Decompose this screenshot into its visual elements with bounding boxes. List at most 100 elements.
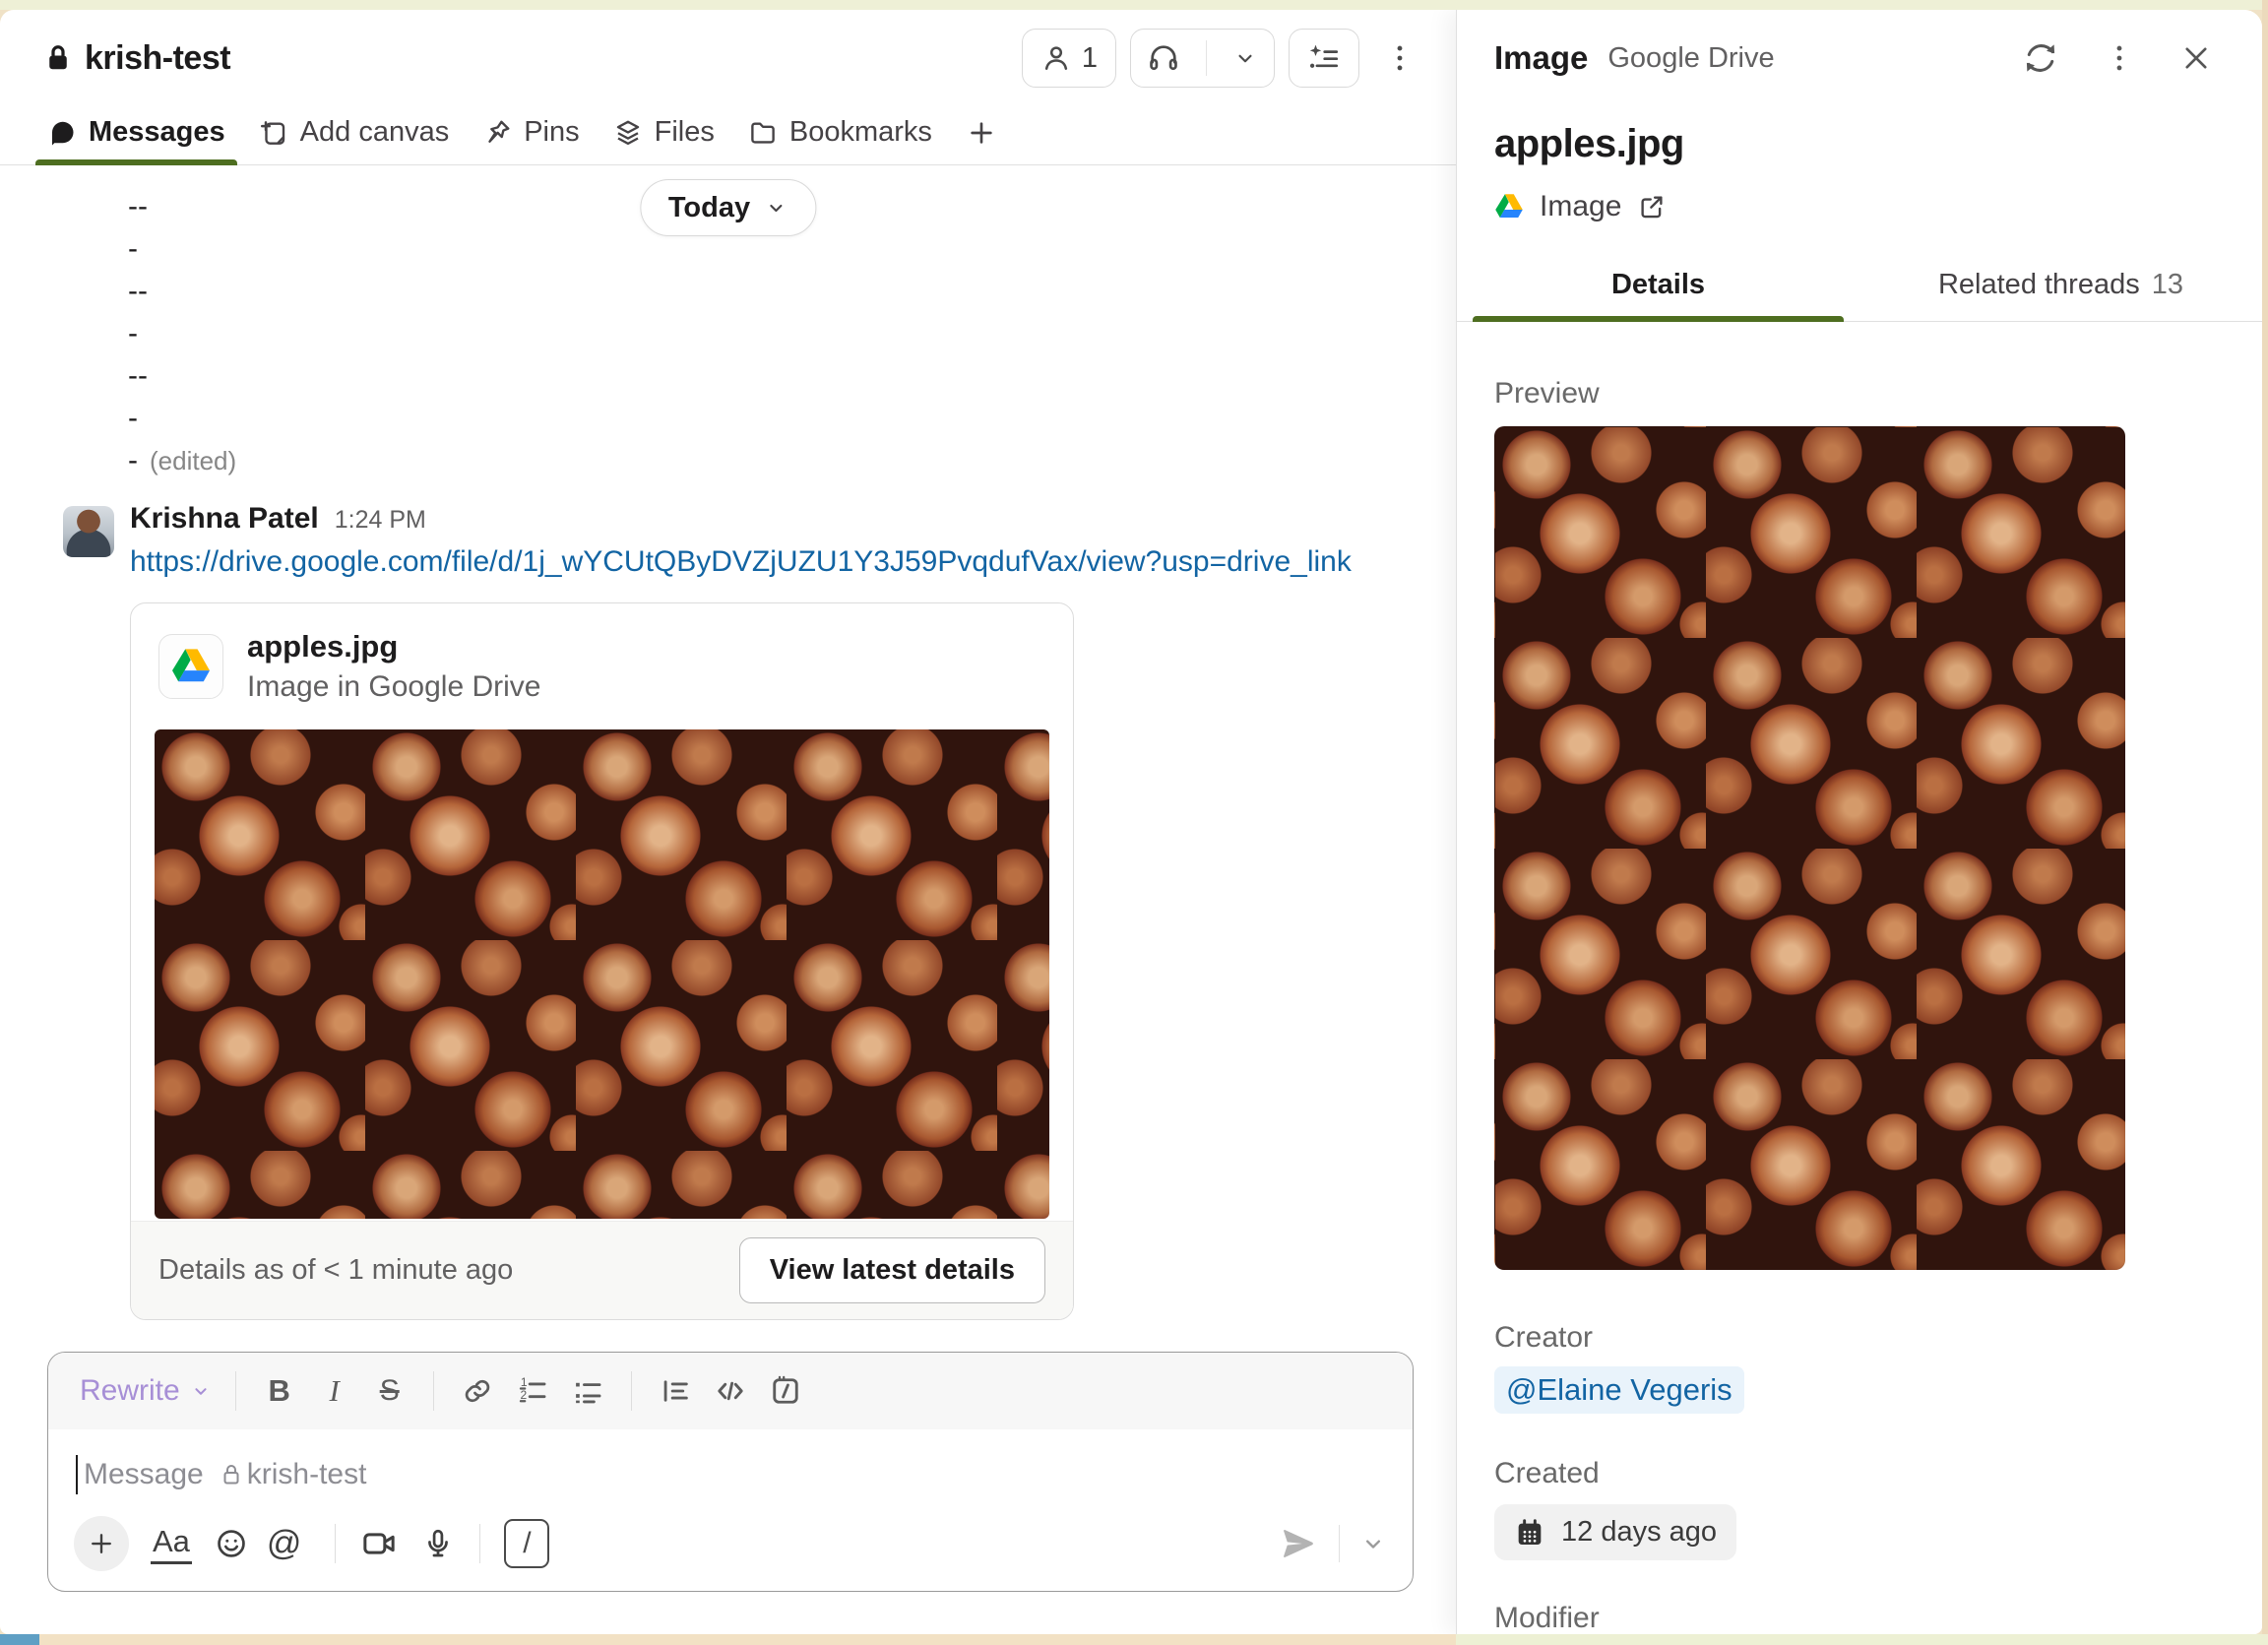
tab-label: Details: [1611, 269, 1705, 300]
tab-bookmarks[interactable]: Bookmarks: [734, 100, 946, 164]
date-label: Today: [668, 192, 750, 224]
panel-tabbar: Details Related threads 13: [1457, 249, 2262, 322]
message-composer[interactable]: Rewrite B I S 12: [47, 1352, 1414, 1592]
message-list[interactable]: Today -- - -- - -- - -(edited) Krishna P…: [0, 165, 1456, 1334]
file-name: apples.jpg: [1494, 122, 2225, 166]
channel-title-button[interactable]: krish-test: [43, 39, 230, 78]
date-separator-button[interactable]: Today: [640, 179, 816, 236]
composer-actions: Aa @ /: [48, 1500, 1413, 1591]
rewrite-dropdown[interactable]: Rewrite: [72, 1374, 220, 1408]
view-latest-details-button[interactable]: View latest details: [739, 1237, 1045, 1303]
huddle-divider: [1206, 40, 1207, 76]
canvas-shortcuts-button[interactable]: [1289, 29, 1359, 88]
tab-messages[interactable]: Messages: [33, 100, 239, 164]
tab-add-plus[interactable]: [952, 100, 1011, 164]
tab-files[interactable]: Files: [599, 100, 728, 164]
tab-add-canvas[interactable]: Add canvas: [245, 100, 464, 164]
card-image-preview[interactable]: [155, 729, 1049, 1219]
message-input[interactable]: Message krish-test: [48, 1429, 1413, 1500]
code-block-button[interactable]: [758, 1363, 813, 1419]
slash-commands-button[interactable]: /: [504, 1519, 549, 1568]
message-timestamp[interactable]: 1:24 PM: [335, 506, 426, 535]
close-icon: [2179, 41, 2213, 75]
message-row[interactable]: -: [128, 397, 1456, 439]
created-label: Created: [1494, 1457, 2262, 1490]
tab-related-threads[interactable]: Related threads 13: [1859, 249, 2262, 321]
drive-link[interactable]: https://drive.google.com/file/d/1j_wYCUt…: [130, 545, 1352, 579]
drive-unfurl-card: apples.jpg Image in Google Drive Details…: [130, 602, 1074, 1320]
blockquote-icon: [659, 1374, 692, 1408]
canvas-icon: [259, 118, 288, 148]
message-group[interactable]: Krishna Patel 1:24 PM https://drive.goog…: [63, 502, 1420, 1320]
channel-kebab-menu[interactable]: [1373, 41, 1426, 75]
emoji-button[interactable]: [214, 1526, 249, 1561]
message-row[interactable]: -(edited): [128, 439, 1456, 482]
card-file-name[interactable]: apples.jpg: [247, 629, 540, 664]
card-freshness-text: Details as of < 1 minute ago: [158, 1254, 513, 1287]
italic-button[interactable]: I: [307, 1363, 362, 1419]
message-row[interactable]: --: [128, 270, 1456, 312]
chevron-down-icon: [1359, 1530, 1387, 1557]
panel-header: Image Google Drive: [1457, 10, 2262, 106]
calendar-icon: [1514, 1517, 1545, 1549]
panel-kebab-menu[interactable]: [2103, 41, 2136, 75]
send-icon: [1280, 1525, 1317, 1562]
placeholder-channel: krish-test: [247, 1458, 367, 1491]
channel-name: krish-test: [85, 39, 230, 78]
avatar[interactable]: [63, 506, 114, 557]
send-button[interactable]: [1280, 1525, 1317, 1562]
link-button[interactable]: [450, 1363, 505, 1419]
panel-subtitle: Google Drive: [1607, 42, 1774, 75]
creator-mention[interactable]: @Elaine Vegeris: [1494, 1366, 1744, 1414]
members-button[interactable]: 1: [1022, 29, 1116, 88]
code-icon: [713, 1373, 748, 1409]
close-panel-button[interactable]: [2179, 41, 2213, 75]
message-row[interactable]: -: [128, 312, 1456, 354]
panel-details-body[interactable]: Preview Creator @Elaine Vegeris Created …: [1457, 322, 2262, 1634]
audio-clip-button[interactable]: [420, 1526, 456, 1561]
desktop-edge-bottom-right: [1456, 1634, 2268, 1645]
actions-divider: [335, 1524, 336, 1563]
attach-button[interactable]: [74, 1516, 129, 1571]
message-author[interactable]: Krishna Patel: [130, 502, 319, 536]
file-preview-image[interactable]: [1494, 426, 2125, 1270]
google-drive-app-tile: [158, 634, 223, 699]
link-icon: [461, 1374, 494, 1408]
send-options-button[interactable]: [1359, 1530, 1387, 1557]
pin-icon: [482, 118, 512, 148]
panel-title: Image: [1494, 39, 1588, 77]
actions-divider: [479, 1524, 480, 1563]
tab-details[interactable]: Details: [1457, 249, 1859, 321]
channel-view: krish-test 1: [0, 10, 1456, 1634]
edited-label: (edited): [150, 446, 236, 475]
tab-label: Bookmarks: [789, 116, 932, 149]
headphones-icon[interactable]: [1131, 30, 1196, 87]
message-row[interactable]: --: [128, 354, 1456, 397]
related-threads-count: 13: [2152, 269, 2183, 300]
created-date-chip[interactable]: 12 days ago: [1494, 1504, 1736, 1560]
huddle-chevron-icon[interactable]: [1217, 30, 1274, 87]
blockquote-button[interactable]: [648, 1363, 703, 1419]
huddle-button[interactable]: [1130, 29, 1275, 88]
code-block-icon: [768, 1373, 803, 1409]
bold-button[interactable]: B: [252, 1363, 307, 1419]
bullet-list-button[interactable]: [560, 1363, 615, 1419]
refresh-button[interactable]: [2022, 39, 2059, 77]
desktop-edge-right: [2262, 0, 2268, 1634]
code-button[interactable]: [703, 1363, 758, 1419]
tab-label: Related threads: [1938, 269, 2140, 300]
video-clip-button[interactable]: [359, 1524, 399, 1563]
toolbar-divider: [631, 1371, 632, 1411]
file-details-panel: Image Google Drive apples.jpg: [1456, 10, 2262, 1634]
tab-label: Files: [655, 116, 715, 149]
formatting-toggle-button[interactable]: Aa: [151, 1524, 192, 1564]
tab-pins[interactable]: Pins: [469, 100, 593, 164]
external-link-icon: [1637, 192, 1667, 221]
chat-bubble-icon: [47, 118, 77, 148]
channel-header: krish-test 1: [0, 10, 1456, 100]
toolbar-divider: [433, 1371, 434, 1411]
external-link-button[interactable]: [1637, 192, 1667, 221]
ordered-list-button[interactable]: 12: [505, 1363, 560, 1419]
strikethrough-button[interactable]: S: [362, 1363, 417, 1419]
mention-button[interactable]: @: [267, 1524, 302, 1563]
